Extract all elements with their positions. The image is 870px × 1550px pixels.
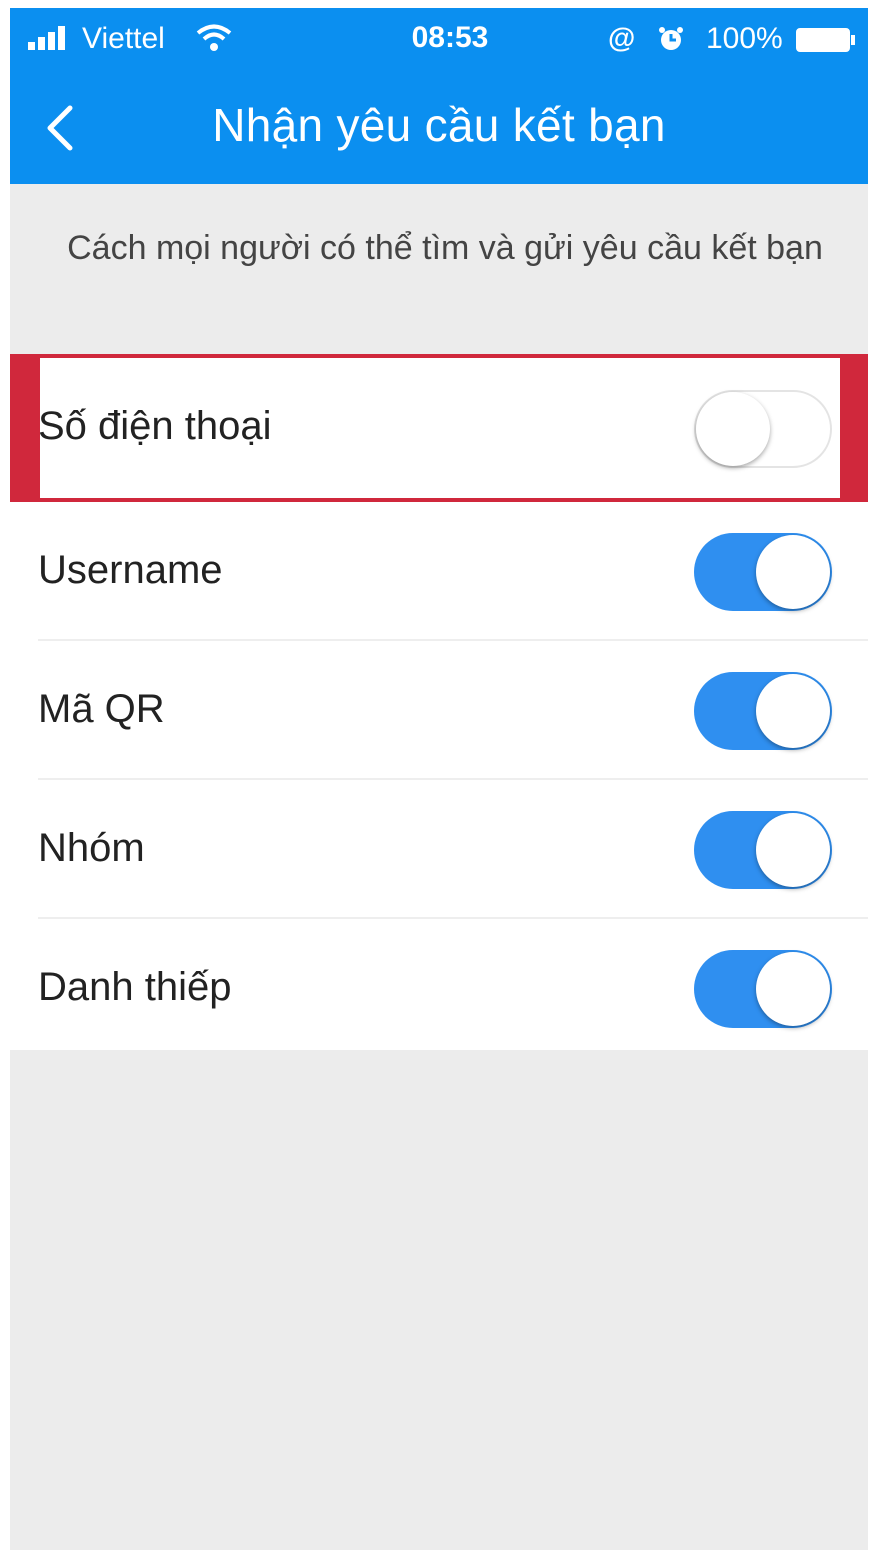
business-card-toggle[interactable] <box>694 950 832 1028</box>
setting-label-phone: Số điện thoại <box>38 404 272 448</box>
battery-icon <box>796 28 855 52</box>
toggle-knob <box>756 674 830 748</box>
toggle-knob <box>756 952 830 1026</box>
alarm-icon <box>659 27 683 50</box>
setting-row-username[interactable]: Username <box>10 502 868 641</box>
section-description: Cách mọi người có thể tìm và gửi yêu cầu… <box>67 229 823 267</box>
phone-toggle[interactable] <box>694 390 832 468</box>
battery-percent: 100% <box>706 22 783 55</box>
qr-toggle[interactable] <box>694 672 832 750</box>
toggle-knob <box>756 813 830 887</box>
username-toggle[interactable] <box>694 533 832 611</box>
setting-row-business-card[interactable]: Danh thiếp <box>10 919 868 1058</box>
setting-label-group: Nhóm <box>38 826 145 870</box>
header: Viettel 08:53 @ 100% Nhận yêu cầu kết bạ… <box>10 8 868 184</box>
page-title: Nhận yêu cầu kết bạn <box>212 99 666 151</box>
toggle-knob <box>696 392 770 466</box>
setting-label-business-card: Danh thiếp <box>38 965 232 1009</box>
group-toggle[interactable] <box>694 811 832 889</box>
status-bar: Viettel 08:53 @ 100% <box>10 8 868 68</box>
setting-label-username: Username <box>38 548 223 592</box>
settings-list: Số điện thoại Username Mã QR Nhóm Danh t… <box>10 354 868 1050</box>
nav-bar: Nhận yêu cầu kết bạn <box>10 68 868 184</box>
app-screen: Viettel 08:53 @ 100% Nhận yêu cầu kết bạ… <box>10 8 868 1550</box>
toggle-knob <box>756 535 830 609</box>
setting-label-qr: Mã QR <box>38 687 165 731</box>
setting-row-qr[interactable]: Mã QR <box>10 641 868 780</box>
setting-row-phone[interactable]: Số điện thoại <box>10 354 868 502</box>
at-icon: @ <box>608 22 636 53</box>
setting-row-group[interactable]: Nhóm <box>10 780 868 919</box>
